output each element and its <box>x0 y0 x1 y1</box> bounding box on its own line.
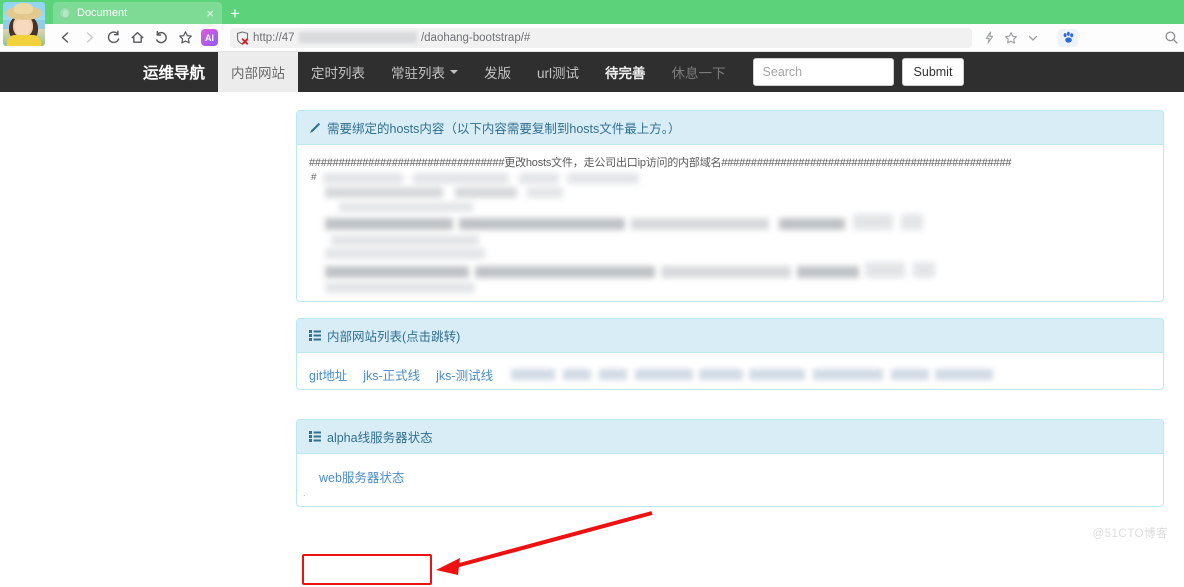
url-suffix: /daohang-bootstrap/# <box>420 31 531 44</box>
nav-item-url-test[interactable]: url测试 <box>524 52 592 92</box>
nav-item-scheduled-list[interactable]: 定时列表 <box>298 52 378 92</box>
internal-site-links-redacted <box>509 368 1151 382</box>
browser-tab[interactable]: Document × <box>53 2 222 24</box>
url-prefix: http://47 <box>253 31 295 44</box>
shield-warning-icon[interactable] <box>236 30 249 45</box>
hash-char: # <box>311 172 317 183</box>
search-icon[interactable] <box>1158 27 1184 49</box>
panel-alpha-heading: alpha线服务器状态 <box>297 420 1163 454</box>
home-icon[interactable] <box>125 26 149 50</box>
panel-hosts: 需要绑定的hosts内容（以下内容需要复制到hosts文件最上方。） #####… <box>296 110 1164 302</box>
annotation-arrow-icon <box>436 511 653 575</box>
submit-button[interactable]: Submit <box>901 58 965 86</box>
nav-item-take-a-break[interactable]: 休息一下 <box>659 52 739 92</box>
browser-toolbar: AI http://47 /daohang-bootstrap/# <box>0 24 1184 52</box>
chevron-down-icon <box>450 70 459 74</box>
internal-site-links: git地址 jks-正式线 jks-测试线 <box>309 365 1151 384</box>
panel-hosts-title: 需要绑定的hosts内容（以下内容需要复制到hosts文件最上方。） <box>327 122 681 136</box>
link-git[interactable]: git地址 <box>309 365 347 384</box>
star-icon[interactable] <box>173 26 197 50</box>
url-redacted <box>298 31 417 43</box>
link-web-server-status[interactable]: web服务器状态 <box>309 458 441 495</box>
list-icon <box>309 330 321 341</box>
chevron-down-icon[interactable] <box>1022 27 1044 49</box>
watermark: @51CTO博客 <box>1092 528 1168 540</box>
panel-internal-sites-title: 内部网站列表(点击跳转) <box>327 330 461 344</box>
pencil-icon <box>309 122 321 134</box>
avatar <box>3 2 45 46</box>
nav-item-internal-sites[interactable]: 内部网站 <box>218 52 299 92</box>
nav-item-resident-list[interactable]: 常驻列表 <box>378 52 471 92</box>
navbar-search-form: Submit <box>752 52 965 92</box>
nav-item-pending[interactable]: 待完善 <box>592 52 659 92</box>
list-icon <box>309 431 321 442</box>
panel-internal-sites-body: git地址 jks-正式线 jks-测试线 <box>297 353 1163 394</box>
panel-hosts-body: #################################更改hosts… <box>297 145 1163 302</box>
address-bar[interactable]: http://47 /daohang-bootstrap/# <box>230 27 972 48</box>
back-icon[interactable] <box>53 26 77 50</box>
ai-assistant-button[interactable]: AI <box>201 29 218 46</box>
new-tab-button[interactable]: + <box>230 5 240 24</box>
undo-icon[interactable] <box>149 26 173 50</box>
panel-alpha-server-status: alpha线服务器状态 web服务器状态 . <box>296 419 1164 507</box>
browser-tab-strip: Document × + <box>0 0 1184 46</box>
panel-internal-sites-heading: 内部网站列表(点击跳转) <box>297 319 1163 353</box>
forward-icon <box>77 26 101 50</box>
body-dot: . <box>303 488 306 498</box>
hosts-comment-line: #################################更改hosts… <box>309 157 1012 169</box>
globe-icon <box>59 7 71 19</box>
panel-hosts-heading: 需要绑定的hosts内容（以下内容需要复制到hosts文件最上方。） <box>297 111 1163 145</box>
star-icon[interactable] <box>1000 27 1022 49</box>
page-content: 需要绑定的hosts内容（以下内容需要复制到hosts文件最上方。） #####… <box>0 92 1184 585</box>
reload-icon[interactable] <box>101 26 125 50</box>
link-jks-prod[interactable]: jks-正式线 <box>363 365 420 384</box>
lightning-icon[interactable] <box>978 27 1000 49</box>
annotation-highlight-box <box>302 554 432 585</box>
search-input[interactable] <box>752 58 894 86</box>
panel-alpha-body: web服务器状态 . <box>297 454 1163 501</box>
hosts-entries-redacted: # <box>309 172 1151 293</box>
baidu-paw-icon[interactable] <box>1058 28 1078 47</box>
panel-alpha-title: alpha线服务器状态 <box>327 431 433 445</box>
link-jks-test[interactable]: jks-测试线 <box>436 365 493 384</box>
navbar-brand[interactable]: 运维导航 <box>139 52 218 92</box>
site-navbar: 运维导航 内部网站 定时列表 常驻列表 发版 url测试 待完善 休息一下 Su… <box>0 52 1184 92</box>
nav-item-release[interactable]: 发版 <box>471 52 524 92</box>
panel-internal-sites: 内部网站列表(点击跳转) git地址 jks-正式线 jks-测试线 <box>296 318 1164 390</box>
tab-title: Document <box>77 7 128 19</box>
close-icon[interactable]: × <box>204 7 216 20</box>
toolbar-right-group <box>978 27 1184 49</box>
